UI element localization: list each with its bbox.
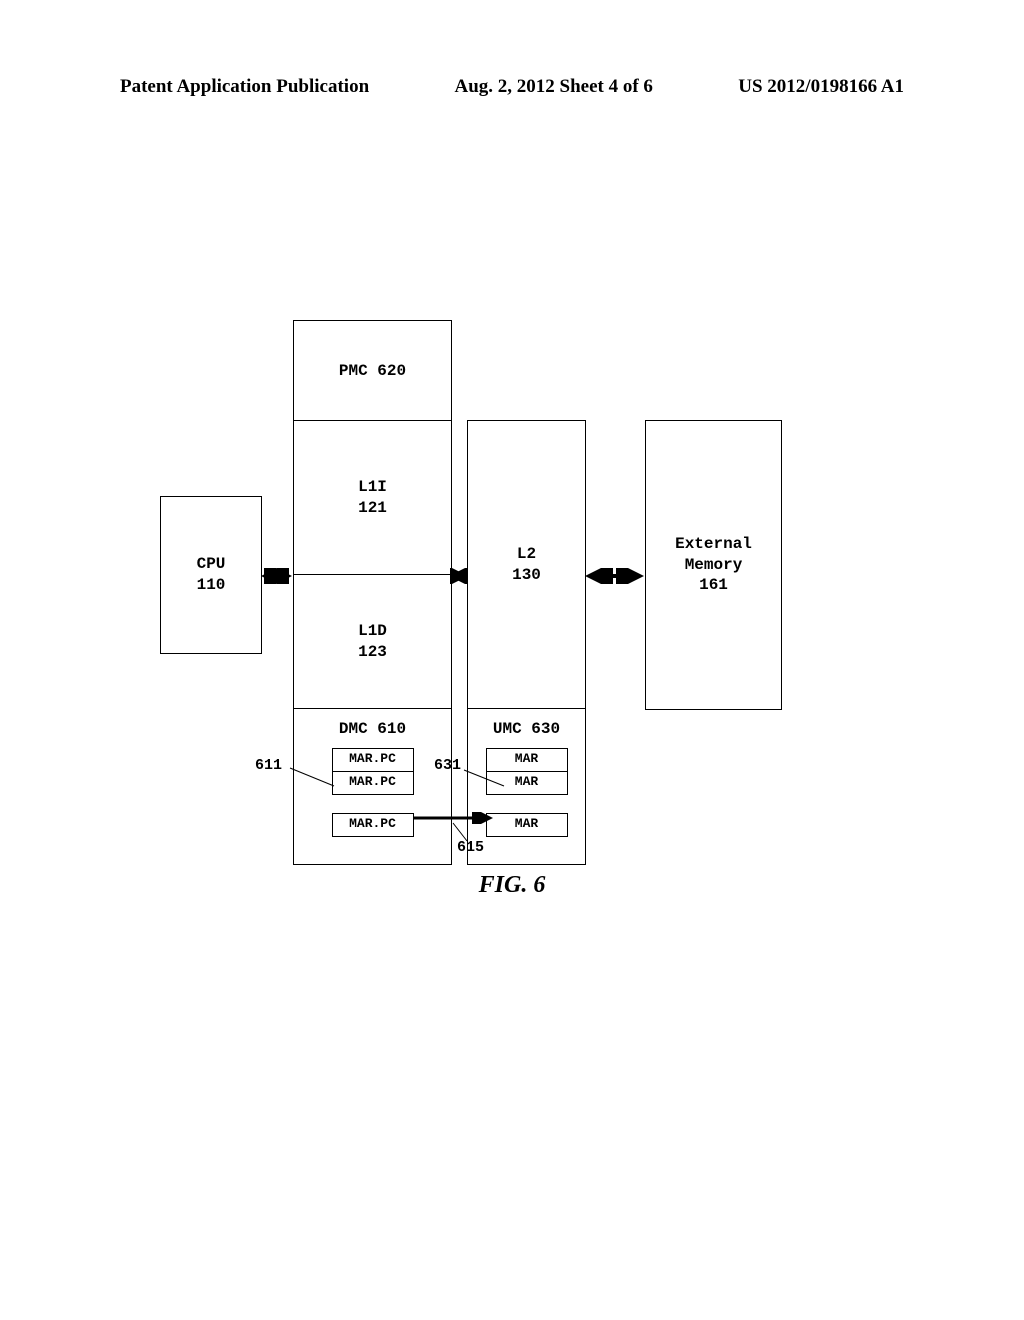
header-right: US 2012/0198166 A1 — [738, 76, 904, 98]
arrow-cpu-l1 — [260, 568, 293, 584]
ref-611: 611 — [255, 757, 282, 774]
ref-631: 631 — [434, 757, 461, 774]
leader-631 — [460, 766, 510, 790]
block-diagram: CPU 110 PMC 620 L1I 121 L1D 123 L2 130 E… — [160, 320, 860, 860]
cpu-block: CPU 110 — [160, 496, 262, 654]
l1i-num: 121 — [358, 498, 387, 519]
external-memory-block: External Memory 161 — [645, 420, 782, 710]
cpu-name: CPU — [197, 554, 226, 575]
l2-num: 130 — [512, 565, 541, 586]
header-left: Patent Application Publication — [120, 76, 369, 98]
figure-label: FIG. 6 — [0, 872, 1024, 899]
leader-611 — [284, 762, 344, 792]
pmc-block: PMC 620 — [293, 320, 452, 422]
dmc-label: DMC 610 — [339, 719, 406, 740]
arrow-l1-l2 — [450, 568, 467, 584]
header-center: Aug. 2, 2012 Sheet 4 of 6 — [454, 76, 652, 98]
pmc-label: PMC 620 — [339, 361, 406, 382]
page-header: Patent Application Publication Aug. 2, 2… — [120, 76, 904, 98]
l1i-name: L1I — [358, 477, 387, 498]
l1d-num: 123 — [358, 642, 387, 663]
arrow-l2-ext — [584, 568, 645, 584]
ref-615: 615 — [457, 839, 484, 856]
cpu-num: 110 — [197, 575, 226, 596]
l1d-name: L1D — [358, 621, 387, 642]
umc-label: UMC 630 — [493, 719, 560, 740]
l1d-block: L1D 123 — [293, 574, 452, 710]
ext-num: 161 — [699, 575, 728, 596]
ext-name2: Memory — [685, 555, 743, 576]
l2-name: L2 — [517, 544, 536, 565]
umc-reg: MAR — [486, 813, 568, 837]
dmc-reg: MAR.PC — [332, 813, 414, 837]
umc-registers: MAR MAR MAR — [486, 748, 568, 837]
l1i-block: L1I 121 — [293, 420, 452, 576]
ext-name: External — [675, 534, 752, 555]
l2-block: L2 130 — [467, 420, 586, 710]
